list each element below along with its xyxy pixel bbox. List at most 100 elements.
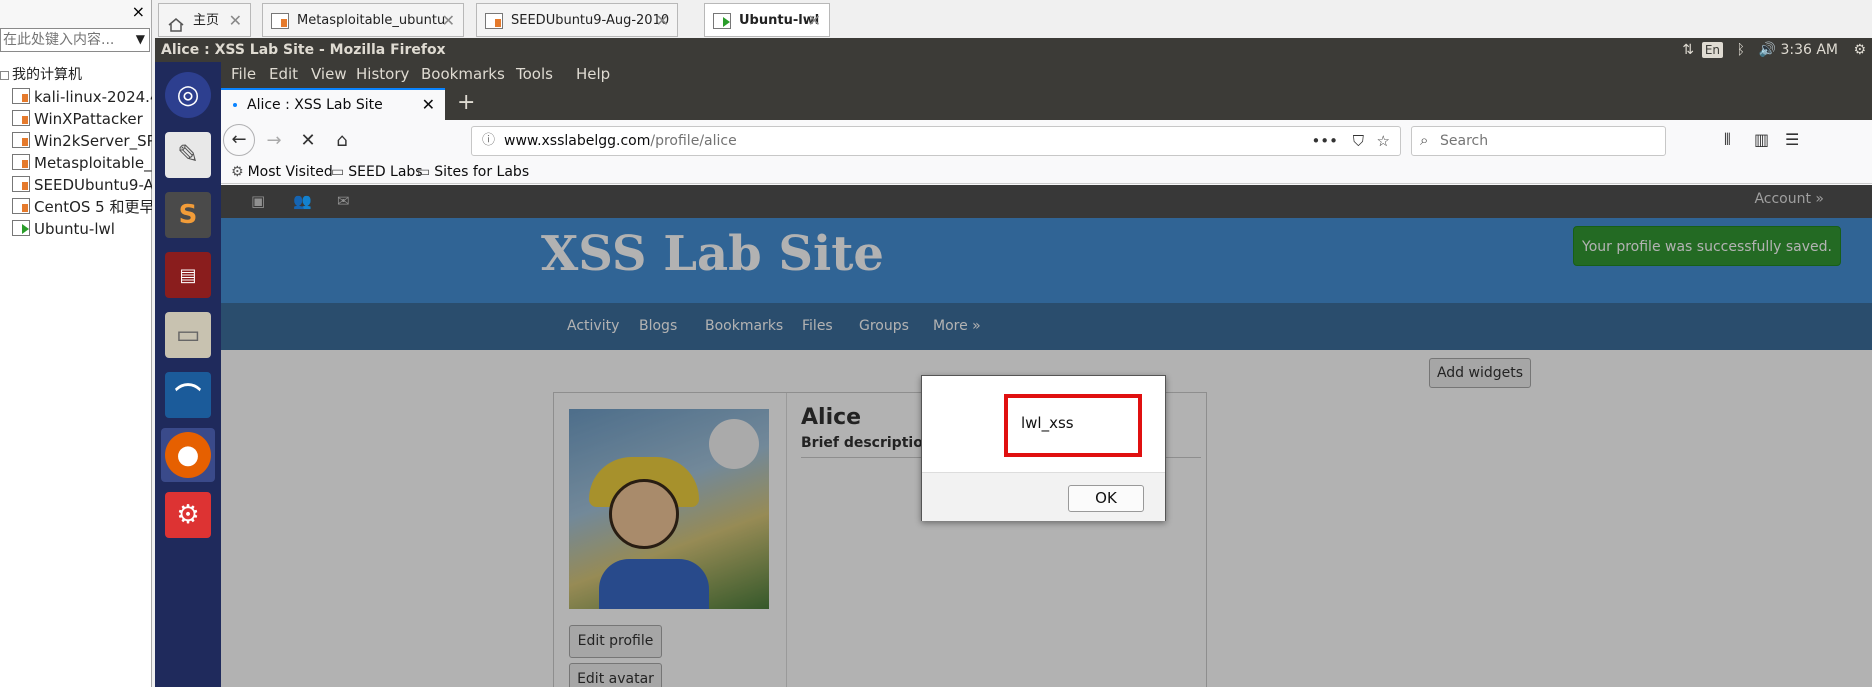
vm-icon xyxy=(12,88,30,104)
close-icon[interactable]: ✕ xyxy=(442,4,455,38)
tab-label: SEEDUbuntu9-Aug-2010 xyxy=(511,13,670,28)
input-language-indicator[interactable]: En xyxy=(1701,42,1723,58)
web-page: ▣ 👥 ✉ Account » XSS Lab Site Your profil… xyxy=(221,185,1872,687)
close-icon[interactable]: ✕ xyxy=(229,4,242,38)
ubuntu-launcher: ◎ ✎ S ▤ ▭ ⌒ ● ⚙ xyxy=(155,62,221,687)
forward-button[interactable]: → xyxy=(261,128,287,154)
vm-icon xyxy=(271,13,289,29)
url-bar[interactable]: ⓘ www.xsslabelgg.com/profile/alice ••• ⛉… xyxy=(471,126,1401,156)
alert-message-area: lwl_xss xyxy=(922,376,1165,472)
menu-help[interactable]: Help xyxy=(576,62,610,86)
ok-button[interactable]: OK xyxy=(1068,485,1144,512)
bookmark-most-visited[interactable]: ⚙ Most Visited xyxy=(231,162,333,182)
vm-label: SEEDUbuntu9-Aug-2010 xyxy=(34,176,152,194)
hamburger-menu-icon[interactable]: ☰ xyxy=(1785,130,1799,149)
menu-tools[interactable]: Tools xyxy=(516,62,553,86)
vm-label: CentOS 5 和更早版本 xyxy=(34,198,152,216)
alert-message: lwl_xss xyxy=(1021,414,1074,432)
vm-icon xyxy=(12,198,30,214)
tree-item-vm[interactable]: CentOS 5 和更早版本 xyxy=(0,196,152,218)
new-tab-icon[interactable]: + xyxy=(457,88,475,118)
clock[interactable]: 3:36 AM xyxy=(1780,38,1838,62)
wireshark-fin-icon: ⌒ xyxy=(165,372,211,418)
tree-item-vm[interactable]: SEEDUbuntu9-Aug-2010 xyxy=(0,174,152,196)
firefox-menubar: File Edit View History Bookmarks Tools H… xyxy=(221,62,1872,86)
launcher-files[interactable]: ▭ xyxy=(161,308,215,362)
firefox-window: File Edit View History Bookmarks Tools H… xyxy=(221,62,1872,687)
vm-icon xyxy=(12,154,30,170)
ubuntu-logo-icon: ◎ xyxy=(165,72,211,118)
bookmark-star-icon[interactable]: ☆ xyxy=(1377,127,1390,155)
folder-icon: ▭ xyxy=(417,164,431,180)
stop-button[interactable]: ✕ xyxy=(295,128,321,154)
bookmark-seed-labs[interactable]: ▭ SEED Labs xyxy=(331,162,423,182)
tab-seedubuntu[interactable]: SEEDUbuntu9-Aug-2010 ✕ xyxy=(476,3,678,37)
modal-overlay-top xyxy=(221,185,1872,218)
menu-edit[interactable]: Edit xyxy=(269,62,298,86)
tree-item-vm[interactable]: WinXPattacker xyxy=(0,108,152,130)
file-cabinet-icon: ▭ xyxy=(165,312,211,358)
sidebar-icon[interactable]: ▥ xyxy=(1754,130,1769,149)
launcher-settings[interactable]: ⚙ xyxy=(161,488,215,542)
url-path: /profile/alice xyxy=(650,133,737,149)
bookmark-label: SEED Labs xyxy=(348,164,423,180)
firefox-nav-bar: ← → ✕ ⌂ ⓘ www.xsslabelgg.com/profile/ali… xyxy=(221,120,1872,160)
menu-history[interactable]: History xyxy=(356,62,409,86)
library-close-icon[interactable]: × xyxy=(132,2,145,21)
close-tab-icon[interactable]: ✕ xyxy=(422,90,435,120)
launcher-wireshark[interactable]: ⌒ xyxy=(161,368,215,422)
expand-collapse-icon[interactable] xyxy=(0,70,9,80)
bookmarks-toolbar: ⚙ Most Visited ▭ SEED Labs ▭ Sites for Labs xyxy=(221,160,1872,184)
library-search-input[interactable] xyxy=(1,29,129,51)
vm-running-icon xyxy=(713,13,731,29)
vm-label: Metasploitable_ubuntu xyxy=(34,154,152,172)
alert-dialog: lwl_xss OK xyxy=(921,375,1166,521)
menu-file[interactable]: File xyxy=(231,62,256,86)
home-button[interactable]: ⌂ xyxy=(329,128,355,154)
library-search-field[interactable]: ▼ xyxy=(0,28,150,52)
vm-icon xyxy=(12,110,30,126)
url-host: www.xsslabelgg.com xyxy=(504,133,651,149)
library-icon[interactable]: ⫴ xyxy=(1724,130,1731,150)
pocket-icon[interactable]: ⛉ xyxy=(1353,127,1364,155)
firefox-icon: ● xyxy=(165,432,211,478)
bluetooth-icon[interactable]: ᛒ xyxy=(1737,38,1745,62)
close-icon[interactable]: ✕ xyxy=(808,4,821,38)
launcher-sublime[interactable]: S xyxy=(161,188,215,242)
launcher-terminal[interactable]: ▤ xyxy=(161,248,215,302)
launcher-firefox[interactable]: ● xyxy=(161,428,215,482)
power-settings-icon[interactable]: ⚙ xyxy=(1853,38,1866,62)
terminal-icon: ▤ xyxy=(165,252,211,298)
close-icon[interactable]: ✕ xyxy=(656,4,669,38)
tree-item-vm[interactable]: Metasploitable_ubuntu xyxy=(0,152,152,174)
launcher-dash[interactable]: ◎ xyxy=(161,68,215,122)
vm-label: kali-linux-2024.4 xyxy=(34,88,152,106)
tree-item-vm[interactable]: Win2kServer_SP4 xyxy=(0,130,152,152)
tree-item-vm-running[interactable]: Ubuntu-lwl xyxy=(0,218,152,240)
search-field[interactable]: ⌕ xyxy=(1411,126,1666,156)
menu-view[interactable]: View xyxy=(311,62,347,86)
search-input[interactable] xyxy=(1440,127,1640,155)
page-actions-icon[interactable]: ••• xyxy=(1311,127,1338,155)
chevron-down-icon[interactable]: ▼ xyxy=(136,32,145,46)
back-button[interactable]: ← xyxy=(223,124,255,156)
tab-home[interactable]: 主页 ✕ xyxy=(158,3,251,37)
tab-label: Metasploitable_ubuntu xyxy=(297,13,446,28)
network-icon[interactable]: ⇅ xyxy=(1682,38,1694,62)
browser-tab-active[interactable]: Alice : XSS Lab Site ✕ xyxy=(221,88,445,120)
site-info-icon[interactable]: ⓘ xyxy=(482,127,495,155)
gear-icon: ⚙ xyxy=(231,164,244,180)
tree-item-vm[interactable]: kali-linux-2024.4 xyxy=(0,86,152,108)
volume-icon[interactable]: 🔊 xyxy=(1759,38,1776,62)
bookmark-sites-for-labs[interactable]: ▭ Sites for Labs xyxy=(417,162,529,182)
menu-bookmarks[interactable]: Bookmarks xyxy=(421,62,505,86)
vm-icon xyxy=(12,176,30,192)
alert-footer: OK xyxy=(922,472,1165,521)
tree-root-my-computer[interactable]: 我的计算机 xyxy=(0,64,152,86)
tab-metasploitable[interactable]: Metasploitable_ubuntu ✕ xyxy=(262,3,464,37)
library-header: × xyxy=(0,0,151,28)
browser-tab-title: Alice : XSS Lab Site xyxy=(247,97,383,113)
tab-ubuntu-lwl[interactable]: Ubuntu-lwl ✕ xyxy=(704,3,830,37)
folder-icon: ▭ xyxy=(331,164,345,180)
launcher-text-editor[interactable]: ✎ xyxy=(161,128,215,182)
